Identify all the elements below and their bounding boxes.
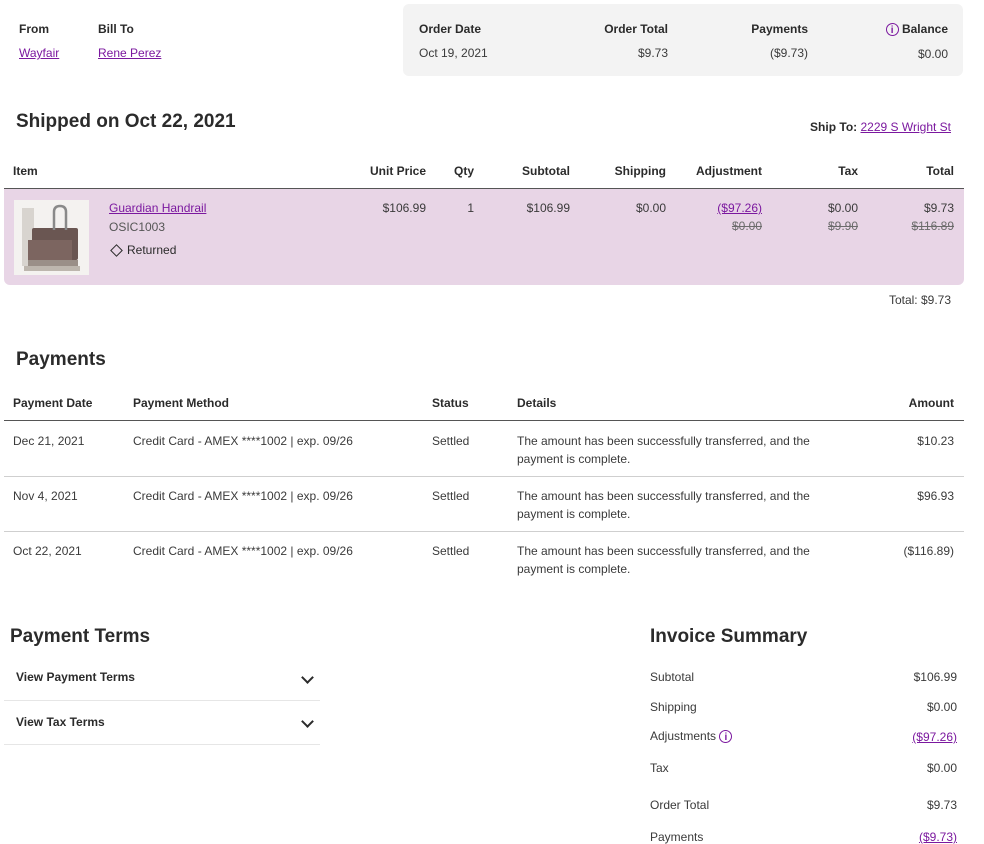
col-header-item: Item [13,164,38,178]
bill-to-label: Bill To [98,22,134,36]
balance-header: i Balance [848,22,948,37]
view-payment-terms-label: View Payment Terms [16,670,135,684]
invoice-summary-title: Invoice Summary [650,626,808,647]
col-header-tax: Tax [838,164,858,178]
summary-tax-label: Tax [650,761,669,775]
item-total: $9.73 [923,201,954,215]
item-total-old: $116.89 [911,219,955,233]
payments-label: Payments [751,22,808,36]
item-adjustment-old: $0.00 [731,219,762,233]
col-header-qty: Qty [453,164,474,178]
summary-adjustments: Adjustments i [650,729,733,744]
balance-value: $0.00 [917,47,948,61]
item-adjustment-link[interactable]: ($97.26) [672,201,762,215]
payment-method: Credit Card - AMEX ****1002 | exp. 09/26 [133,489,353,503]
payment-details-line1: The amount has been successfully transfe… [517,544,810,558]
order-date-value: Oct 19, 2021 [419,46,488,60]
payment-details-line2: payment is complete. [517,562,631,576]
summary-payments-label: Payments [650,830,704,844]
balance-label: Balance [901,22,948,36]
returned-icon [110,244,123,258]
product-image[interactable] [14,200,89,275]
ship-to: Ship To: 2229 S Wright St [810,120,951,134]
payment-date: Oct 22, 2021 [13,544,82,558]
payment-row-divider [4,531,964,532]
summary-subtotal-label: Subtotal [650,670,695,684]
payment-details-line2: payment is complete. [517,507,631,521]
summary-tax-value: $0.00 [926,761,957,775]
payment-amount: $10.23 [917,434,954,448]
col-header-payment-date: Payment Date [13,396,93,410]
returned-status: Returned [110,243,177,258]
summary-order-total-value: $9.73 [926,798,957,812]
payment-method: Credit Card - AMEX ****1002 | exp. 09/26 [133,434,353,448]
summary-shipping-label: Shipping [650,700,697,714]
summary-shipping-value: $0.00 [926,700,957,714]
payment-status: Settled [432,434,470,448]
item-tax-old: $9.90 [827,219,858,233]
info-icon[interactable]: i [719,730,733,744]
order-summary-box [403,4,963,76]
col-header-status: Status [432,396,469,410]
from-label: From [19,22,49,36]
summary-payments-link[interactable]: ($9.73) [837,830,957,844]
col-header-adjustment: Adjustment [696,164,762,178]
chevron-down-icon [301,715,314,728]
col-header-subtotal: Subtotal [522,164,570,178]
ship-to-link[interactable]: 2229 S Wright St [861,120,952,134]
payment-date: Dec 21, 2021 [13,434,85,448]
payment-details-line1: The amount has been successfully transfe… [517,489,810,503]
col-header-amount: Amount [908,396,954,410]
payment-method: Credit Card - AMEX ****1002 | exp. 09/26 [133,544,353,558]
from-link[interactable]: Wayfair [19,46,59,60]
payments-value: ($9.73) [769,46,808,60]
view-tax-terms-accordion[interactable]: View Tax Terms [4,701,320,745]
col-header-payment-method: Payment Method [133,396,230,410]
bill-to-link[interactable]: Rene Perez [98,46,161,60]
payment-status: Settled [432,489,470,503]
order-total-label: Order Total [604,22,668,36]
product-sku: OSIC1003 [109,220,166,234]
col-header-total: Total [926,164,954,178]
item-qty: 1 [467,201,474,215]
col-header-details: Details [517,396,557,410]
shipment-title: Shipped on Oct 22, 2021 [16,111,236,132]
summary-adjustments-label: Adjustments [650,729,717,743]
returned-label: Returned [127,243,177,257]
payment-amount: $96.93 [917,489,954,503]
payment-date: Nov 4, 2021 [13,489,78,503]
payment-terms-title: Payment Terms [10,626,151,647]
payment-details-line1: The amount has been successfully transfe… [517,434,810,448]
payment-details-line2: payment is complete. [517,452,631,466]
order-date-label: Order Date [419,22,482,36]
payment-row-divider [4,476,964,477]
payments-header-divider [4,420,964,421]
item-unit-price: $106.99 [382,201,426,215]
col-header-unit-price: Unit Price [369,164,426,178]
summary-subtotal-value: $106.99 [913,670,957,684]
order-total-value: $9.73 [637,46,668,60]
item-tax: $0.00 [827,201,858,215]
item-shipping: $0.00 [635,201,666,215]
item-subtotal: $106.99 [526,201,570,215]
ship-to-label: Ship To: [810,120,858,134]
payments-title: Payments [16,349,106,370]
view-tax-terms-label: View Tax Terms [16,715,105,729]
product-name-link[interactable]: Guardian Handrail [109,201,206,215]
shipment-total: Total: $9.73 [888,293,951,307]
summary-order-total-label: Order Total [650,798,710,812]
handrail-image [14,200,89,275]
payment-amount: ($116.89) [903,544,954,558]
view-payment-terms-accordion[interactable]: View Payment Terms [4,657,320,701]
summary-adjustments-link[interactable]: ($97.26) [837,730,957,744]
chevron-down-icon [301,671,314,684]
col-header-shipping: Shipping [614,164,666,178]
payment-status: Settled [432,544,470,558]
info-icon[interactable]: i [885,23,899,37]
